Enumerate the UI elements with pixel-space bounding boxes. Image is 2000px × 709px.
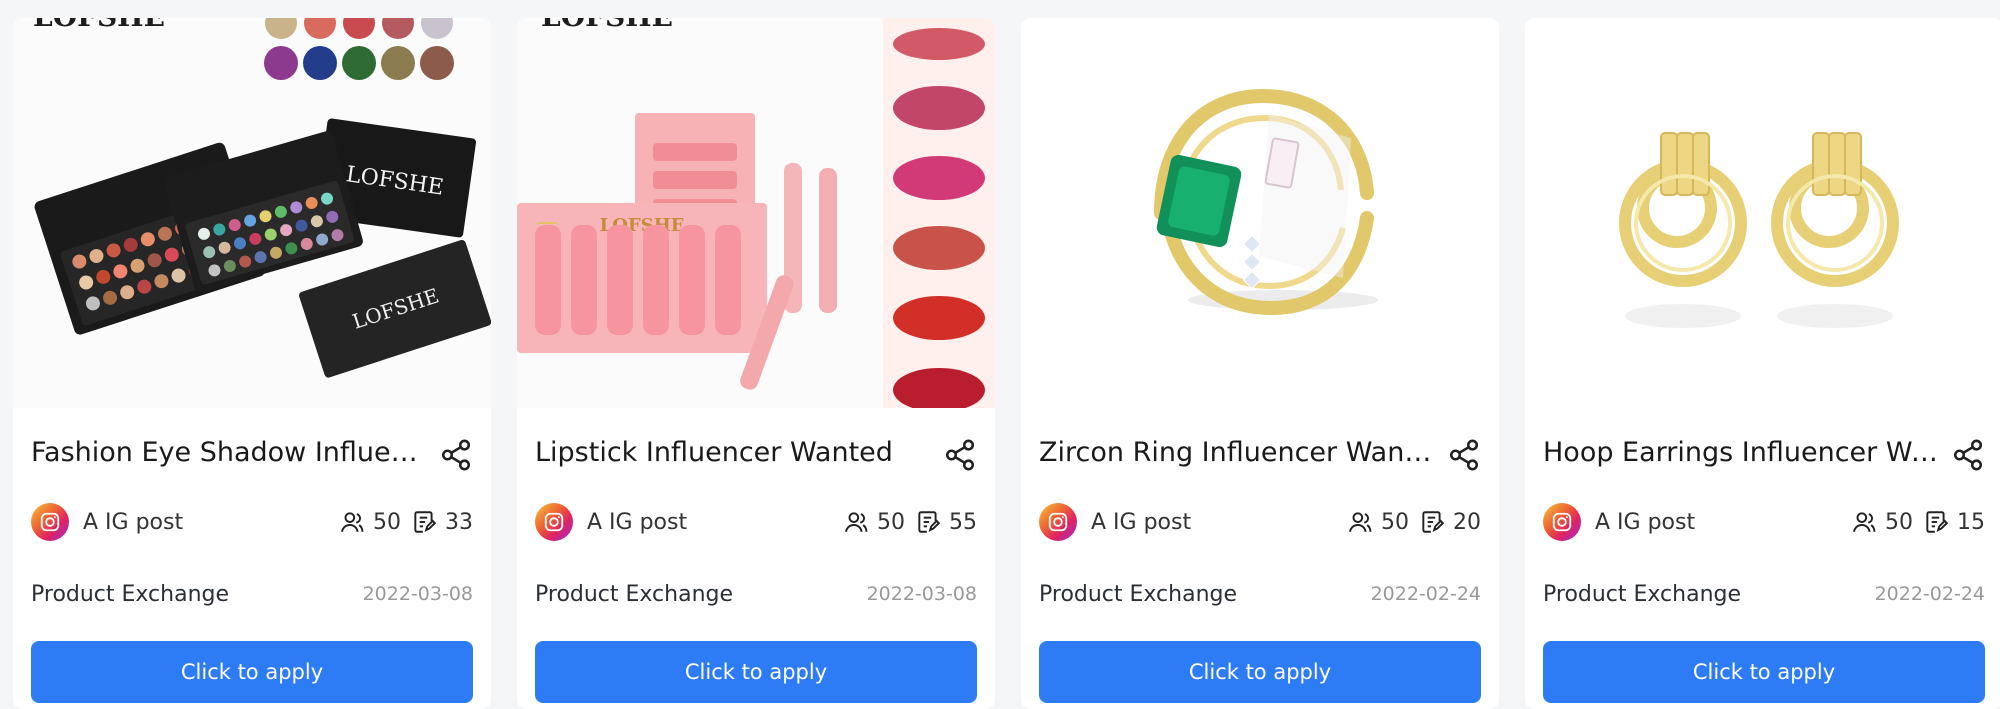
platform-label: A IG post bbox=[1595, 509, 1696, 535]
influencer-count: 50 bbox=[877, 509, 905, 535]
share-icon[interactable] bbox=[439, 438, 473, 472]
post-count: 33 bbox=[445, 509, 473, 535]
product-image-eyeshadow[interactable]: LOFSHE LOFSHE bbox=[13, 18, 491, 408]
exchange-type: Product Exchange bbox=[535, 581, 734, 607]
apply-button[interactable]: Click to apply bbox=[31, 641, 473, 703]
platform-label: A IG post bbox=[83, 509, 184, 535]
campaign-title: Fashion Eye Shadow Influenc... bbox=[31, 437, 431, 468]
instagram-icon bbox=[1039, 503, 1077, 541]
campaign-title: Hoop Earrings Influencer Wa... bbox=[1543, 437, 1943, 468]
campaign-card[interactable]: Hoop Earrings Influencer Wa... A IG post bbox=[1525, 18, 2000, 709]
campaign-info-row: Product Exchange 2022-02-24 bbox=[1543, 578, 1985, 610]
campaign-card[interactable]: Zircon Ring Influencer Want... A IG post bbox=[1021, 18, 1499, 709]
campaign-meta-row: A IG post 50 bbox=[1543, 502, 1985, 542]
instagram-icon bbox=[535, 503, 573, 541]
campaign-info-row: Product Exchange 2022-03-08 bbox=[31, 578, 473, 610]
exchange-type: Product Exchange bbox=[1543, 581, 1742, 607]
campaign-date: 2022-03-08 bbox=[866, 583, 977, 605]
product-image-ring[interactable] bbox=[1021, 18, 1499, 408]
campaign-stats: 50 15 bbox=[1851, 509, 1985, 535]
people-icon bbox=[1851, 509, 1877, 535]
edit-note-icon bbox=[915, 509, 941, 535]
people-icon bbox=[339, 509, 365, 535]
influencer-count: 50 bbox=[1381, 509, 1409, 535]
apply-button[interactable]: Click to apply bbox=[1543, 641, 1985, 703]
share-icon[interactable] bbox=[1447, 438, 1481, 472]
post-count: 55 bbox=[949, 509, 977, 535]
platform-label: A IG post bbox=[1091, 509, 1192, 535]
influencer-count: 50 bbox=[373, 509, 401, 535]
campaign-card[interactable]: LOFSHE LOFSHE bbox=[517, 18, 995, 709]
people-icon bbox=[1347, 509, 1373, 535]
instagram-icon bbox=[1543, 503, 1581, 541]
campaign-meta-row: A IG post 50 bbox=[1039, 502, 1481, 542]
exchange-type: Product Exchange bbox=[31, 581, 230, 607]
product-image-lipstick[interactable]: LOFSHE LOFSHE bbox=[517, 18, 995, 408]
share-icon[interactable] bbox=[943, 438, 977, 472]
edit-note-icon bbox=[411, 509, 437, 535]
campaign-meta-row: A IG post 50 bbox=[535, 502, 977, 542]
edit-note-icon bbox=[1923, 509, 1949, 535]
campaign-date: 2022-02-24 bbox=[1874, 583, 1985, 605]
influencer-count: 50 bbox=[1885, 509, 1913, 535]
campaign-stats: 50 33 bbox=[339, 509, 473, 535]
campaign-date: 2022-03-08 bbox=[362, 583, 473, 605]
campaign-meta-row: A IG post 50 bbox=[31, 502, 473, 542]
instagram-icon bbox=[31, 503, 69, 541]
exchange-type: Product Exchange bbox=[1039, 581, 1238, 607]
people-icon bbox=[843, 509, 869, 535]
apply-button[interactable]: Click to apply bbox=[535, 641, 977, 703]
campaign-title: Lipstick Influencer Wanted bbox=[535, 437, 893, 468]
campaign-stats: 50 20 bbox=[1347, 509, 1481, 535]
post-count: 15 bbox=[1957, 509, 1985, 535]
brand-text: LOFSHE bbox=[541, 18, 673, 33]
apply-button[interactable]: Click to apply bbox=[1039, 641, 1481, 703]
brand-text: LOFSHE bbox=[33, 18, 165, 33]
campaign-stats: 50 55 bbox=[843, 509, 977, 535]
campaign-info-row: Product Exchange 2022-02-24 bbox=[1039, 578, 1481, 610]
share-icon[interactable] bbox=[1951, 438, 1985, 472]
campaign-title: Zircon Ring Influencer Want... bbox=[1039, 437, 1439, 468]
campaign-card[interactable]: LOFSHE LOFSHE bbox=[13, 18, 491, 709]
campaign-info-row: Product Exchange 2022-03-08 bbox=[535, 578, 977, 610]
platform-label: A IG post bbox=[587, 509, 688, 535]
post-count: 20 bbox=[1453, 509, 1481, 535]
campaign-date: 2022-02-24 bbox=[1370, 583, 1481, 605]
product-image-earrings[interactable] bbox=[1525, 18, 2000, 408]
edit-note-icon bbox=[1419, 509, 1445, 535]
